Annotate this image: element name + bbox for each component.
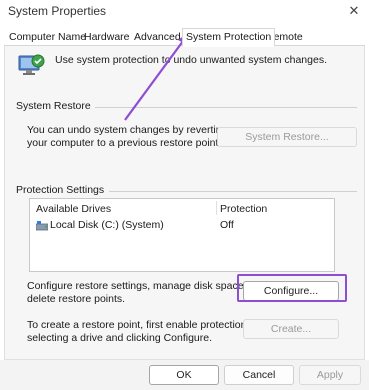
restore-description-line2: your computer to a previous restore poin… <box>27 137 222 149</box>
tab-system-protection[interactable]: System Protection <box>182 28 276 47</box>
tab-computer-name[interactable]: Computer Name <box>9 30 86 46</box>
apply-button[interactable]: Apply <box>299 365 361 385</box>
drive-name[interactable]: Local Disk (C:) (System) <box>50 219 164 231</box>
system-restore-button[interactable]: System Restore... <box>217 127 357 147</box>
create-button[interactable]: Create... <box>243 319 339 339</box>
system-protection-panel: Use system protection to undo unwanted s… <box>4 46 365 360</box>
protection-settings-heading: Protection Settings <box>16 184 105 196</box>
tab-hardware[interactable]: Hardware <box>84 30 130 46</box>
configure-highlight-annotation <box>237 274 347 302</box>
group-divider <box>109 191 357 192</box>
column-header-available-drives[interactable]: Available Drives <box>36 203 111 215</box>
close-icon[interactable]: ✕ <box>347 2 361 20</box>
tab-strip: Computer Name Hardware Advanced System P… <box>4 28 365 47</box>
intro-text: Use system protection to undo unwanted s… <box>55 54 327 66</box>
system-protection-icon <box>18 54 45 75</box>
drive-protection-status: Off <box>220 219 234 231</box>
create-description-line1: To create a restore point, first enable … <box>27 319 261 331</box>
cancel-button[interactable]: Cancel <box>224 365 294 385</box>
create-description-line2: selecting a drive and clicking Configure… <box>27 332 213 344</box>
window-title: System Properties <box>8 4 107 18</box>
local-disk-icon <box>36 221 48 231</box>
title-bar: System Properties ✕ <box>0 0 369 26</box>
column-header-protection[interactable]: Protection <box>220 203 267 215</box>
restore-description-line1: You can undo system changes by reverting <box>27 124 228 136</box>
system-restore-heading: System Restore <box>16 100 91 112</box>
ok-button[interactable]: OK <box>149 365 219 385</box>
tab-advanced[interactable]: Advanced <box>134 30 181 46</box>
dialog-footer: OK Cancel Apply <box>0 360 369 390</box>
configure-description-line2: delete restore points. <box>27 293 126 305</box>
group-divider <box>95 107 357 108</box>
drives-list[interactable]: Available Drives Protection Local Disk (… <box>29 198 335 272</box>
column-separator <box>216 201 217 215</box>
configure-description-line1: Configure restore settings, manage disk … <box>27 280 267 292</box>
